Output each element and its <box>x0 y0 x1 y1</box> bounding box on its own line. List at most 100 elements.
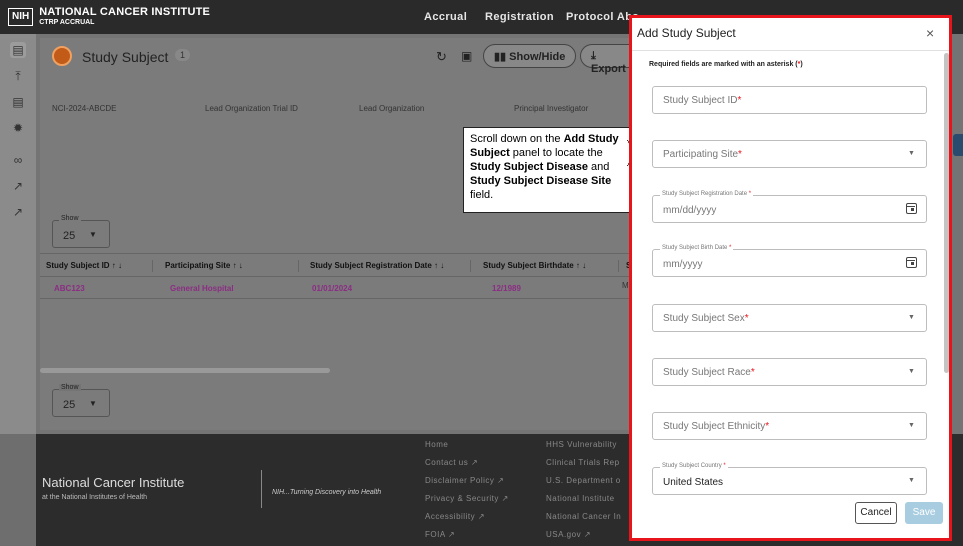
cancel-button[interactable]: Cancel <box>855 502 897 524</box>
country-value: United States <box>663 477 724 488</box>
required-note: Required fields are marked with an aster… <box>649 61 803 68</box>
cell-extra: M <box>622 281 629 290</box>
col-birthdate[interactable]: Study Subject Birthdate ↑ ↓ <box>483 261 586 270</box>
column-divider <box>152 260 153 272</box>
chevron-down-icon: ▼ <box>89 399 97 408</box>
footer-link-contact[interactable]: Contact us ↗ <box>425 458 478 467</box>
bug-icon[interactable]: ✹ <box>10 120 26 136</box>
column-divider <box>298 260 299 272</box>
columns-icon: ▮▮ <box>494 51 510 63</box>
instruction-callout: Scroll down on the Add Study Subject pan… <box>463 127 632 213</box>
trial-id: NCI-2024-ABCDE <box>52 104 117 113</box>
page-size-select-bottom[interactable]: Show 25 ▼ <box>52 384 110 417</box>
study-subject-icon <box>52 46 72 66</box>
page-size-select-top[interactable]: Show 25 ▼ <box>52 215 110 248</box>
race-select[interactable]: Study Subject Race* ▼ <box>652 358 927 386</box>
toolbar: Study Subject 1 ↻ ▣ ▮▮ Show/Hide ⤓ Expor… <box>52 44 642 75</box>
column-divider <box>470 260 471 272</box>
chevron-down-icon: ▼ <box>908 477 915 484</box>
lock-icon[interactable]: ▣ <box>461 49 472 63</box>
refresh-icon[interactable]: ↻ <box>436 49 447 65</box>
document-icon[interactable]: ▤ <box>10 94 26 110</box>
nav-accrual[interactable]: Accrual <box>424 11 467 23</box>
logo-title: NATIONAL CANCER INSTITUTE <box>39 6 211 18</box>
chevron-down-icon: ▼ <box>908 368 915 375</box>
study-subject-id-placeholder: Study Subject ID* <box>663 95 742 106</box>
cell-subject-id[interactable]: ABC123 <box>54 284 85 293</box>
column-divider <box>618 260 619 272</box>
external-link-icon[interactable]: ↗ <box>10 178 26 194</box>
footer-link-home[interactable]: Home <box>425 440 448 449</box>
table-header: Study Subject ID ↑ ↓ Participating Site … <box>40 253 631 277</box>
chevron-down-icon: ▼ <box>908 314 915 321</box>
external-link-icon: ↗ <box>583 530 592 539</box>
cell-birthdate: 12/1989 <box>492 284 521 293</box>
sex-select[interactable]: Study Subject Sex* ▼ <box>652 304 927 332</box>
col-registration-date[interactable]: Study Subject Registration Date ↑ ↓ <box>310 261 444 270</box>
link-icon[interactable]: ∞ <box>10 152 26 168</box>
col-participating-site[interactable]: Participating Site ↑ ↓ <box>165 261 243 270</box>
page-size-value: 25 <box>63 230 76 242</box>
modal-title: Add Study Subject <box>637 26 736 40</box>
registration-date-field[interactable]: Study Subject Registration Date * mm/dd/… <box>652 191 927 223</box>
add-study-subject-modal: Add Study Subject × Required fields are … <box>629 15 952 541</box>
show-hide-button[interactable]: ▮▮ Show/Hide <box>483 44 577 68</box>
save-button[interactable]: Save <box>905 502 943 524</box>
sex-placeholder: Study Subject Sex* <box>663 313 749 324</box>
nav-protocol-abstraction[interactable]: Protocol Abs <box>566 11 639 23</box>
page-size-value: 25 <box>63 399 76 411</box>
footer-title: National Cancer Institute <box>42 475 185 490</box>
footer-link-hhs[interactable]: HHS Vulnerability <box>546 440 617 449</box>
lead-org-trial-id-label: Lead Organization Trial ID <box>205 104 298 113</box>
horizontal-scrollbar[interactable] <box>40 368 330 373</box>
upload-icon[interactable]: ⤒ <box>10 68 26 84</box>
close-icon[interactable]: × <box>926 25 934 41</box>
footer-link-nci[interactable]: National Cancer In <box>546 512 621 521</box>
footer-link-us-dept[interactable]: U.S. Department o <box>546 476 621 485</box>
left-rail: ▤ ⤒ ▤ ✹ ∞ ↗ ↗ <box>0 34 36 434</box>
logo-subtitle: CTRP ACCRUAL <box>39 19 95 26</box>
cell-site: General Hospital <box>170 284 234 293</box>
footer-link-accessibility[interactable]: Accessibility ↗ <box>425 512 485 521</box>
ethnicity-select[interactable]: Study Subject Ethnicity* ▼ <box>652 412 927 440</box>
external-link-icon: ↗ <box>501 494 509 503</box>
footer-link-usagov[interactable]: USA.gov ↗ <box>546 530 591 539</box>
external-link-icon: ↗ <box>477 512 486 521</box>
participating-site-placeholder: Participating Site* <box>663 149 742 160</box>
cell-reg-date: 01/01/2024 <box>312 284 353 293</box>
nav-registration[interactable]: Registration <box>485 11 554 23</box>
lead-org-label: Lead Organization <box>359 104 425 113</box>
footer-link-clinical-trials[interactable]: Clinical Trials Rep <box>546 458 620 467</box>
footer-subtitle: at the National Institutes of Health <box>42 494 148 501</box>
table-row[interactable]: ABC123 General Hospital 01/01/2024 12/19… <box>40 277 630 299</box>
calendar-icon[interactable] <box>906 203 917 214</box>
nih-logo-box: NIH <box>8 7 34 26</box>
calendar-icon[interactable] <box>906 257 917 268</box>
page-title: Study Subject <box>82 49 169 65</box>
footer-link-disclaimer[interactable]: Disclaimer Policy ↗ <box>425 476 504 485</box>
modal-scrollbar[interactable] <box>944 53 949 373</box>
ethnicity-placeholder: Study Subject Ethnicity* <box>663 421 770 432</box>
principal-investigator-label: Principal Investigator <box>514 104 589 113</box>
side-panel-tab[interactable] <box>953 134 963 156</box>
count-badge: 1 <box>175 49 191 61</box>
participating-site-select[interactable]: Participating Site* ▼ <box>652 140 927 168</box>
birth-date-label: Study Subject Birth Date * <box>660 245 734 251</box>
chevron-down-icon: ▼ <box>908 422 915 429</box>
external-link-icon-2[interactable]: ↗ <box>10 204 26 220</box>
col-study-subject-id[interactable]: Study Subject ID ↑ ↓ <box>46 261 122 270</box>
list-search-icon[interactable]: ▤ <box>10 42 26 58</box>
country-select[interactable]: Study Subject Country * United States ▼ <box>652 463 927 495</box>
show-label: Show <box>59 384 81 391</box>
footer-link-privacy[interactable]: Privacy & Security ↗ <box>425 494 509 503</box>
modal-header: Add Study Subject × <box>632 18 949 51</box>
external-link-icon: ↗ <box>470 458 479 467</box>
footer-tagline: NIH...Turning Discovery into Health <box>272 489 382 496</box>
birth-date-field[interactable]: Study Subject Birth Date * mm/yyyy <box>652 245 927 277</box>
study-subject-id-field[interactable]: Study Subject ID* <box>652 86 927 114</box>
nih-logo[interactable]: NIH NATIONAL CANCER INSTITUTE CTRP ACCRU… <box>8 6 210 27</box>
chevron-down-icon: ▼ <box>89 230 97 239</box>
registration-date-placeholder: mm/dd/yyyy <box>663 205 717 216</box>
footer-link-nih[interactable]: National Institute <box>546 494 615 503</box>
footer-link-foia[interactable]: FOIA ↗ <box>425 530 455 539</box>
